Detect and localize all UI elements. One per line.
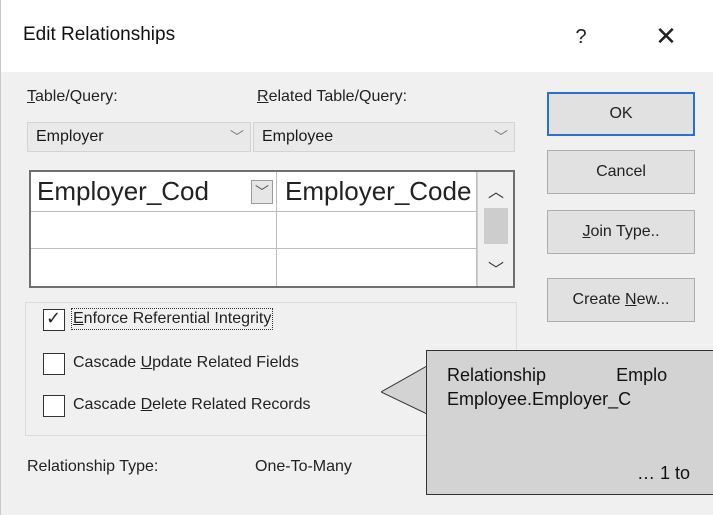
related-table-query-select[interactable]: Employee ﹀: [253, 122, 515, 152]
tooltip-body: Relationship Emplo Employee.Employer_C … …: [427, 351, 713, 496]
create-new-accel: N: [625, 291, 637, 308]
tooltip-line-3: … 1 to: [637, 463, 691, 483]
cascade-delete-label: Cascade Delete Related Records: [73, 396, 310, 414]
chevron-up-icon[interactable]: ︿: [478, 178, 514, 202]
cancel-button[interactable]: Cancel: [547, 150, 695, 194]
table-query-label-accel: T: [27, 88, 35, 105]
chevron-down-icon[interactable]: ﹀: [478, 256, 514, 280]
relationship-tooltip: Relationship Emplo Employee.Employer_C … …: [426, 350, 713, 495]
cascade-update-rest: pdate Related Fields: [152, 354, 299, 371]
related-table-query-label-rest: elated Table/Query:: [268, 88, 408, 105]
table-query-value: Employer: [36, 128, 104, 145]
dialog-title: Edit Relationships: [23, 24, 176, 45]
field-mapping-grid: Employer_Cod ﹀ Employer_Code ︿ ﹀: [29, 170, 515, 288]
cascade-update-checkbox[interactable]: Cascade Update Related Fields: [43, 350, 373, 380]
enforce-referential-integrity-label: Enforce Referential Integrity: [70, 308, 274, 330]
chevron-down-icon[interactable]: ﹀: [251, 180, 273, 204]
tooltip-line-2: Employee.Employer_C: [447, 389, 632, 409]
cascade-update-pre: Cascade: [73, 354, 141, 371]
title-bar: Edit Relationships ? ✕: [1, 0, 713, 72]
scrollbar-thumb[interactable]: [484, 208, 508, 244]
join-type-button[interactable]: Join Type..: [547, 210, 695, 254]
cascade-delete-pre: Cascade: [73, 396, 141, 413]
chevron-down-icon: ﹀: [230, 129, 244, 145]
table-query-label: Table/Query:: [27, 88, 118, 106]
grid-cell-text: Employer_Cod: [37, 176, 209, 206]
grid-cell-text: Employer_Code: [285, 176, 472, 206]
enforce-accel: E: [73, 310, 84, 327]
cascade-update-label: Cascade Update Related Fields: [73, 354, 299, 372]
tooltip-word-employer: Emplo: [616, 365, 668, 385]
checkbox-icon[interactable]: [43, 395, 65, 417]
cascade-delete-checkbox[interactable]: Cascade Delete Related Records: [43, 392, 383, 422]
ok-button[interactable]: OK: [547, 92, 695, 136]
edit-relationships-dialog: Edit Relationships ? ✕ Table/Query: Rela…: [0, 0, 713, 515]
tooltip-pointer: [381, 366, 429, 415]
enforce-referential-integrity-checkbox[interactable]: Enforce Referential Integrity: [43, 306, 363, 336]
grid-cell-right-3[interactable]: [277, 249, 477, 286]
grid-cell-right-2[interactable]: [277, 212, 477, 249]
join-type-rest: oin Type..: [590, 223, 660, 240]
chevron-down-icon: ﹀: [494, 129, 508, 145]
grid-cell-left-2[interactable]: [31, 212, 277, 249]
create-new-rest: ew...: [636, 291, 670, 308]
close-button[interactable]: ✕: [646, 18, 686, 54]
table-query-label-rest: able/Query:: [35, 88, 118, 105]
related-table-query-label: Related Table/Query:: [257, 88, 407, 106]
create-new-button[interactable]: Create New...: [547, 278, 695, 322]
relationship-type-value: One-To-Many: [255, 458, 352, 475]
related-table-query-value: Employee: [262, 128, 334, 145]
tooltip-word-relationship: Relationship: [447, 365, 547, 385]
checkbox-icon[interactable]: [43, 353, 65, 375]
grid-cell-right-1[interactable]: Employer_Code: [277, 172, 477, 212]
check-icon[interactable]: [43, 308, 65, 331]
grid-cell-left-3[interactable]: [31, 249, 277, 286]
relationship-type-label: Relationship Type:: [27, 458, 159, 475]
grid-scrollbar[interactable]: ︿ ﹀: [477, 172, 513, 286]
related-table-query-label-accel: R: [257, 88, 269, 105]
enforce-rest: nforce Referential Integrity: [83, 310, 272, 327]
cascade-update-accel: U: [140, 354, 153, 371]
table-query-select[interactable]: Employer ﹀: [27, 122, 251, 152]
tooltip-line-1: Relationship Emplo: [447, 365, 667, 386]
grid-cell-left-1[interactable]: Employer_Cod ﹀: [31, 172, 277, 212]
cascade-delete-rest: elete Related Records: [152, 396, 311, 413]
help-button[interactable]: ?: [561, 20, 601, 54]
create-new-pre: Create: [572, 291, 625, 308]
cascade-delete-accel: D: [140, 396, 153, 413]
